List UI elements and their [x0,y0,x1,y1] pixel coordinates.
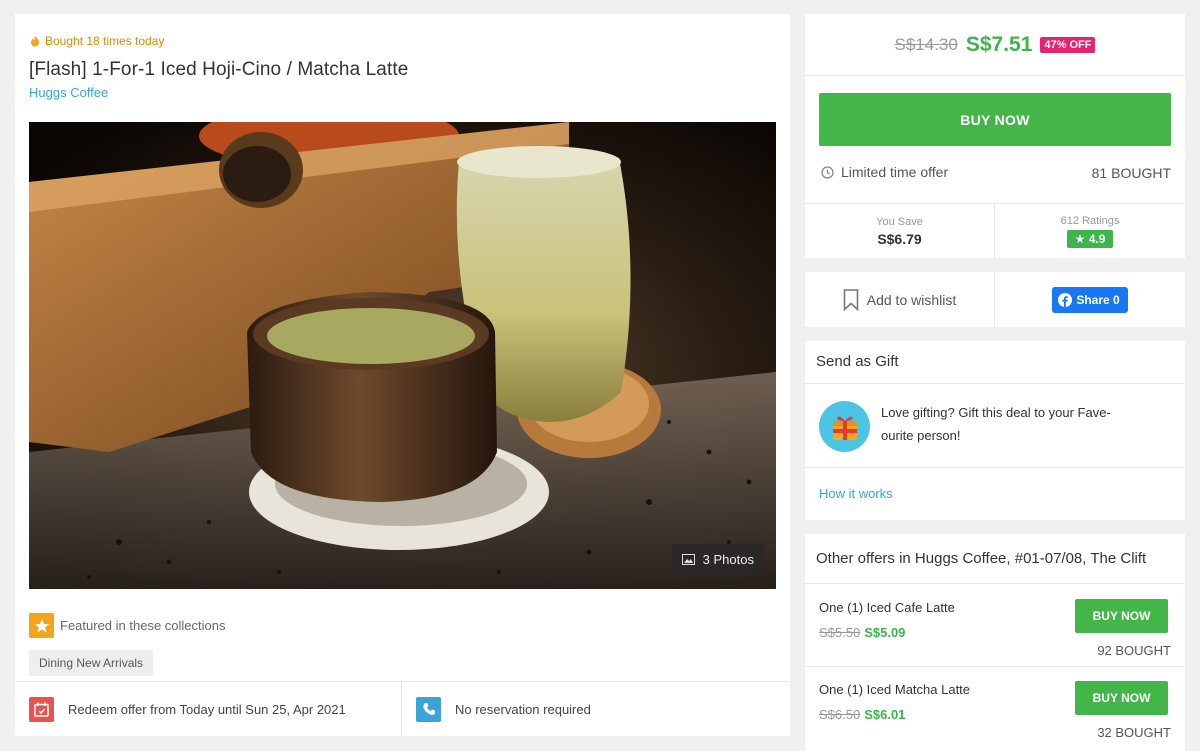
offer-discounted-price: S$6.01 [864,707,906,722]
offer-bought-count: 92 BOUGHT [1097,643,1171,658]
gift-title: Send as Gift [805,341,1185,384]
deal-hero-image[interactable]: 3 Photos [29,122,776,589]
bought-today-badge: Bought 18 times today [29,34,164,48]
offer-prices: S$6.50 S$6.01 [819,707,905,722]
merchant-link[interactable]: Huggs Coffee [29,85,108,100]
price-row: S$14.30 S$7.51 47% OFF [805,14,1185,76]
ratings-label: 612 Ratings [1060,214,1120,227]
you-save: You Save S$6.79 [805,204,995,258]
other-offers-panel: Other offers in Huggs Coffee, #01-07/08,… [805,534,1185,751]
calendar-icon [29,696,54,722]
list-item[interactable]: One (1) Iced Cafe Latte S$5.50 S$5.09 BU… [805,585,1185,666]
redeem-period: Redeem offer from Today until Sun 25, Ap… [15,682,402,736]
price-panel: S$14.30 S$7.51 47% OFF BUY NOW Limited t… [805,14,1185,258]
photos-count-label: 3 Photos [702,552,754,567]
offer-prices: S$5.50 S$5.09 [819,625,905,640]
bookmark-icon [843,288,859,311]
limited-time-offer: Limited time offer [821,164,948,180]
gift-text: Love gifting? Gift this deal to your Fav… [881,401,1151,452]
offer-bought-count: 32 BOUGHT [1097,725,1171,740]
offer-name: One (1) Iced Cafe Latte [819,600,955,615]
offer-original-price: S$5.50 [819,625,861,640]
facebook-share-button[interactable]: Share 0 [1052,286,1128,313]
gift-text-line-1: Love gifting? Gift this deal to your Fav… [881,405,1111,420]
reservation-text: No reservation required [455,701,591,717]
deal-card: Bought 18 times today [Flash] 1-For-1 Ic… [15,14,790,736]
buy-now-button[interactable]: BUY NOW [819,93,1171,146]
offer-original-price: S$6.50 [819,707,861,722]
star-icon [29,613,54,638]
bought-count: 81 BOUGHT [1091,165,1171,181]
deal-info-row: Redeem offer from Today until Sun 25, Ap… [15,681,790,736]
clock-icon [821,165,834,179]
social-panel: Add to wishlist Share 0 [805,272,1185,327]
discounted-price: S$7.51 [965,32,1033,56]
limited-label: Limited time offer [841,164,949,180]
ratings[interactable]: 612 Ratings ★ 4.9 [995,204,1185,258]
deal-title: [Flash] 1-For-1 Iced Hoji-Cino / Matcha … [29,59,409,80]
rating-badge: ★ 4.9 [1066,229,1114,248]
you-save-label: You Save [876,215,923,228]
you-save-value: S$6.79 [877,230,922,247]
offer-name: One (1) Iced Matcha Latte [819,682,971,697]
savings-row: You Save S$6.79 612 Ratings ★ 4.9 [805,203,1185,258]
drinks-photo [29,122,776,589]
how-it-works-link[interactable]: How it works [805,467,1185,520]
original-price: S$14.30 [894,34,958,54]
gift-icon [819,401,870,452]
offer-buy-now-button[interactable]: BUY NOW [1075,599,1168,633]
redeem-text: Redeem offer from Today until Sun 25, Ap… [68,701,346,717]
gift-text-line-2: ourite person! [881,428,961,443]
featured-collections: Featured in these collections [29,613,225,638]
phone-icon [416,696,441,722]
image-icon [681,554,695,565]
send-as-gift-panel: Send as Gift Love gifting? Gift this dea… [805,341,1185,520]
offer-buy-now-button[interactable]: BUY NOW [1075,681,1168,715]
facebook-icon [1058,292,1073,307]
share-label: Share 0 [1076,292,1120,307]
fire-icon [31,35,39,47]
bought-today-text: Bought 18 times today [45,34,165,48]
discount-badge: 47% OFF [1040,36,1096,53]
view-photos-button[interactable]: 3 Photos [671,544,764,575]
offer-discounted-price: S$5.09 [864,625,906,640]
featured-label: Featured in these collections [60,618,226,633]
reservation-info: No reservation required [402,682,591,736]
other-offers-title: Other offers in Huggs Coffee, #01-07/08,… [805,534,1185,584]
add-to-wishlist-button[interactable]: Add to wishlist [805,272,995,327]
wishlist-label: Add to wishlist [866,291,957,308]
gift-body: Love gifting? Gift this deal to your Fav… [819,401,1151,452]
list-item[interactable]: One (1) Iced Matcha Latte S$6.50 S$6.01 … [805,666,1185,747]
share-cell: Share 0 [995,272,1185,327]
collection-tag[interactable]: Dining New Arrivals [29,650,154,676]
